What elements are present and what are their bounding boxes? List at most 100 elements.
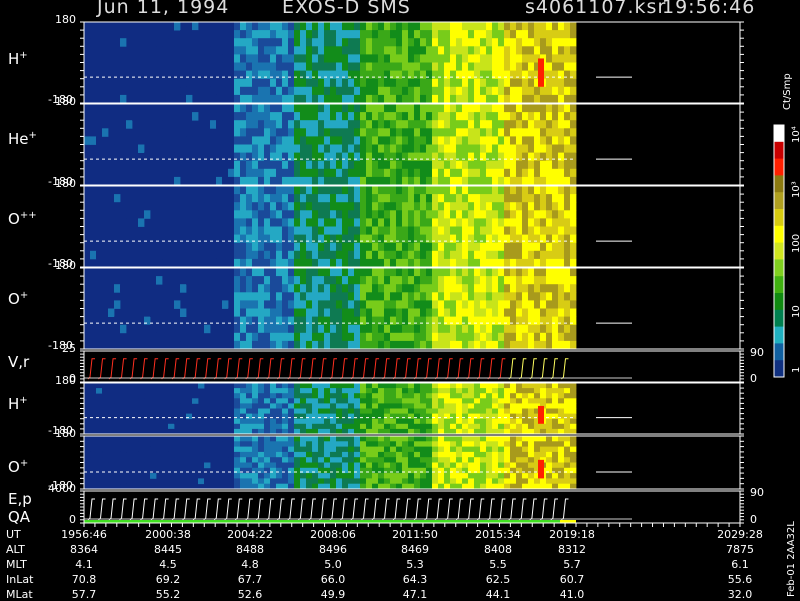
heatmap-cell	[426, 284, 433, 293]
heatmap-cell	[360, 408, 367, 414]
heatmap-cell	[540, 128, 547, 137]
heatmap-cell	[564, 94, 571, 104]
heatmap-cell	[360, 316, 367, 326]
heatmap-cell	[384, 202, 391, 211]
heatmap-cell	[222, 300, 229, 309]
heatmap-cell	[552, 418, 559, 425]
heatmap-cell	[396, 250, 403, 260]
heatmap-cell	[474, 30, 481, 39]
heatmap-cell	[390, 308, 397, 317]
heatmap-cell	[294, 38, 301, 47]
heatmap-cell	[360, 168, 367, 178]
heatmap-cell	[474, 70, 481, 80]
heatmap-cell	[336, 22, 343, 31]
heatmap-cell	[504, 70, 511, 80]
heatmap-cell	[426, 22, 433, 31]
heatmap-cell	[366, 436, 373, 442]
heatmap-cell	[402, 250, 409, 260]
heatmap-cell	[312, 408, 319, 414]
heatmap-cell	[570, 120, 577, 129]
heatmap-cell	[540, 268, 547, 277]
heatmap-cell	[432, 104, 439, 113]
heatmap-cell	[420, 104, 427, 113]
heatmap-cell	[438, 446, 445, 453]
heatmap-cell	[468, 258, 475, 268]
heatmap-cell	[450, 316, 457, 326]
heatmap-cell	[564, 112, 571, 121]
heatmap-cell	[432, 54, 439, 63]
heatmap-cell	[378, 393, 385, 399]
heatmap-cell	[468, 46, 475, 55]
heatmap-cell	[390, 104, 397, 113]
heatmap-cell	[432, 176, 439, 186]
heatmap-cell	[462, 383, 469, 389]
heatmap-cell	[378, 423, 385, 430]
heatmap-cell	[312, 218, 319, 227]
heatmap-cell	[318, 250, 325, 260]
heatmap-cell	[348, 457, 355, 463]
heatmap-cell	[378, 383, 385, 389]
heatmap-cell	[510, 300, 517, 309]
heatmap-cell	[402, 457, 409, 463]
heatmap-cell	[282, 30, 289, 39]
heatmap-cell	[396, 383, 403, 389]
heatmap-cell	[342, 324, 349, 334]
heatmap-cell	[318, 38, 325, 47]
heatmap-cell	[306, 62, 313, 71]
heatmap-cell	[420, 242, 427, 252]
heatmap-cell	[462, 168, 469, 178]
heatmap-cell	[330, 462, 337, 469]
heatmap-cell	[366, 136, 373, 145]
heatmap-cell	[84, 136, 91, 145]
heatmap-cell	[444, 451, 451, 458]
heatmap-cell	[300, 210, 307, 219]
heatmap-cell	[450, 467, 457, 474]
heatmap-cell	[252, 104, 259, 113]
heatmap-cell	[258, 324, 265, 334]
heatmap-cell	[480, 423, 487, 430]
heatmap-cell	[288, 144, 295, 153]
heatmap-cell	[456, 22, 463, 31]
heatmap-cell	[522, 250, 529, 260]
heatmap-cell	[384, 86, 391, 96]
heatmap-cell	[564, 202, 571, 211]
heatmap-cell	[216, 300, 223, 309]
heatmap-cell	[480, 62, 487, 71]
heatmap-cell	[354, 54, 361, 63]
heatmap-cell	[444, 94, 451, 104]
heatmap-cell	[180, 30, 187, 39]
heatmap-cell	[282, 446, 289, 453]
heatmap-cell	[294, 144, 301, 153]
heatmap-cell	[306, 478, 313, 485]
heatmap-cell	[564, 268, 571, 277]
heatmap-cell	[282, 144, 289, 153]
heatmap-cell	[552, 457, 559, 463]
heatmap-cell	[252, 234, 259, 244]
heatmap-cell	[300, 473, 307, 479]
heatmap-cell	[336, 300, 343, 309]
heatmap-cell	[558, 176, 565, 186]
heatmap-cell	[270, 30, 277, 39]
heatmap-cell	[252, 144, 259, 153]
heatmap-cell	[552, 168, 559, 178]
heatmap-cell	[150, 473, 157, 479]
panel-label: H+	[8, 395, 28, 413]
heatmap-cell	[552, 144, 559, 153]
heatmap-cell	[354, 467, 361, 474]
heatmap-cell	[348, 136, 355, 145]
heatmap-cell	[282, 258, 289, 268]
heatmap-cell	[486, 446, 493, 453]
heatmap-cell	[510, 473, 517, 479]
heatmap-cell	[396, 423, 403, 430]
heatmap-cell	[348, 70, 355, 80]
heatmap-cell	[534, 446, 541, 453]
heatmap-cell	[540, 300, 547, 309]
heatmap-cell	[324, 446, 331, 453]
heatmap-cell	[414, 202, 421, 211]
heatmap-cell	[300, 234, 307, 244]
heatmap-cell	[510, 104, 517, 113]
heatmap-cell	[438, 62, 445, 71]
heatmap-cell	[558, 22, 565, 31]
heatmap-cell	[348, 284, 355, 293]
heatmap-cell	[336, 457, 343, 463]
